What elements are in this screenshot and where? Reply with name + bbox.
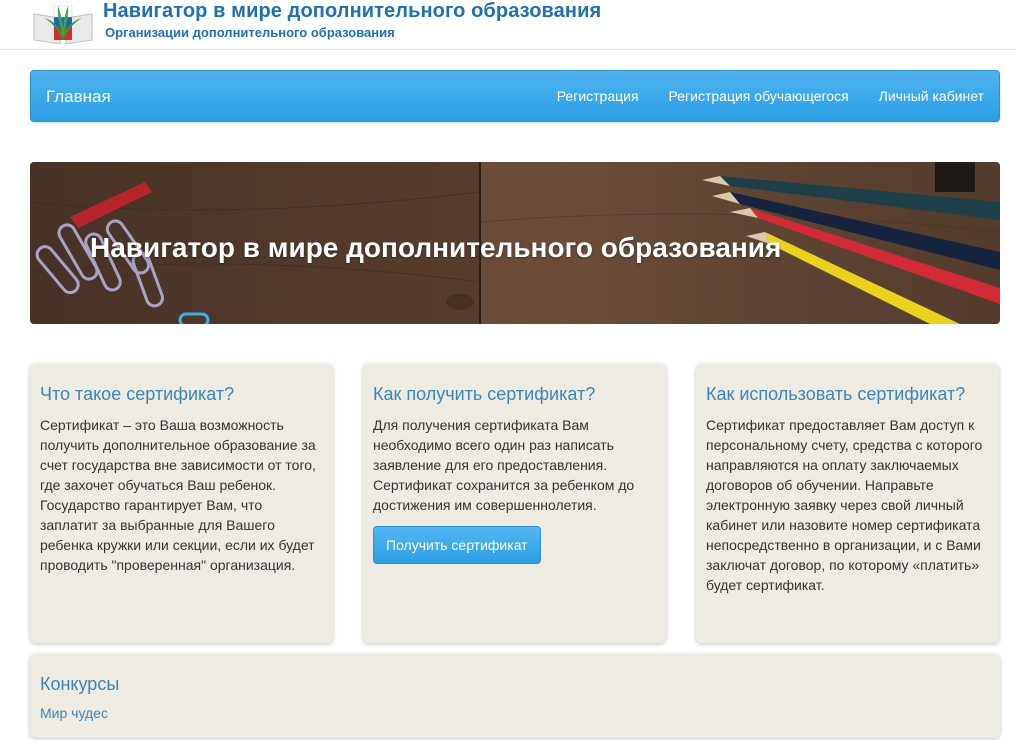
card-contests: Конкурсы Мир чудес [30, 654, 1000, 738]
site-title[interactable]: Навигатор в мире дополнительного образов… [103, 0, 601, 23]
nav-home-link[interactable]: Главная [46, 87, 111, 107]
hero-title: Навигатор в мире дополнительного образов… [90, 232, 782, 263]
card-title: Что такое сертификат? [40, 384, 235, 404]
navbar: Главная Регистрация Регистрация обучающе… [30, 70, 1000, 122]
site-header: Навигатор в мире дополнительного образов… [0, 0, 1016, 50]
get-certificate-button[interactable]: Получить сертификат [373, 526, 541, 564]
card-title: Как получить сертификат? [373, 384, 596, 404]
card-what-is-certificate: Что такое сертификат? Сертификат – это В… [30, 364, 333, 643]
nav-student-registration-link[interactable]: Регистрация обучающегося [669, 88, 849, 104]
card-title: Как использовать сертификат? [706, 384, 966, 404]
nav-registration-link[interactable]: Регистрация [557, 88, 639, 104]
card-how-to-use-certificate: Как использовать сертификат? Сертификат … [696, 364, 999, 643]
nav-personal-account-link[interactable]: Личный кабинет [879, 88, 984, 104]
contest-link[interactable]: Мир чудес [40, 705, 108, 721]
nav-links: Регистрация Регистрация обучающегося Лич… [557, 71, 984, 121]
site-subtitle: Организации дополнительного образования [105, 25, 395, 40]
card-text: Для получения сертификата Вам необходимо… [373, 417, 635, 513]
logo-icon[interactable] [30, 0, 96, 44]
contests-title: Конкурсы [40, 674, 120, 694]
card-how-to-get-certificate: Как получить сертификат? Для получения с… [363, 364, 666, 643]
card-text: Сертификат – это Ваша возможность получи… [40, 417, 316, 573]
card-text: Сертификат предоставляет Вам доступ к пе… [706, 417, 983, 593]
hero-banner: Навигатор в мире дополнительного образов… [30, 162, 1000, 324]
